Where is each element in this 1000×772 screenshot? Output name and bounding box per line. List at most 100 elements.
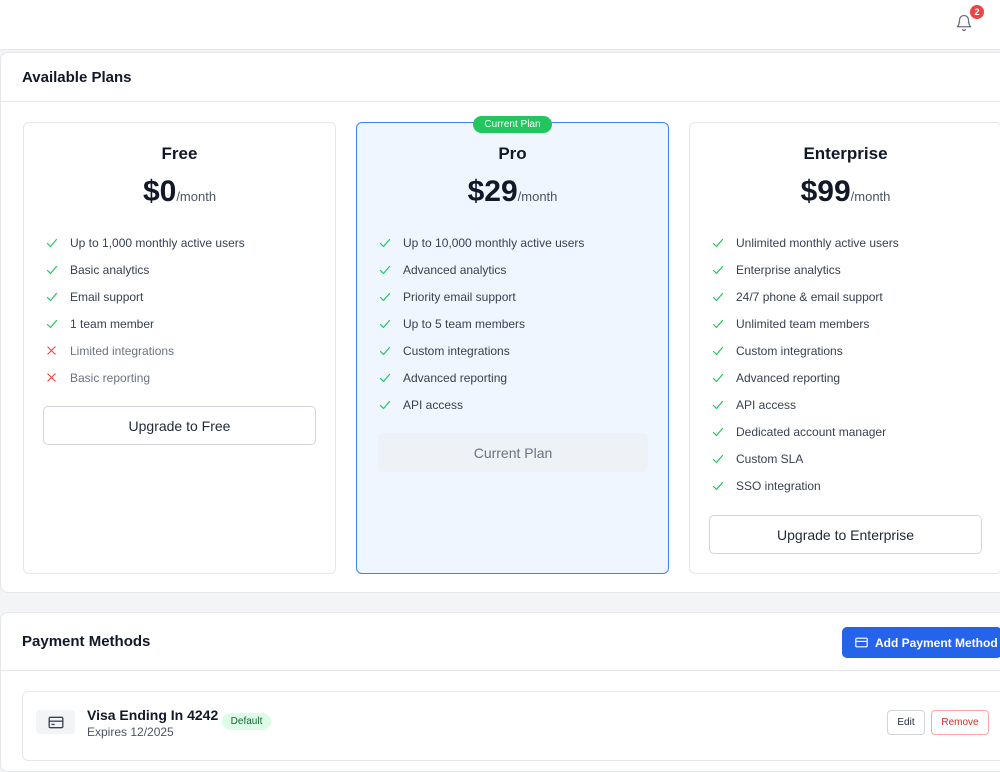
- check-icon: [712, 237, 736, 249]
- check-icon: [46, 291, 70, 303]
- feature-item: SSO integration: [712, 472, 899, 499]
- check-icon: [379, 264, 403, 276]
- check-icon: [379, 399, 403, 411]
- feature-item: API access: [712, 391, 899, 418]
- feature-text: Custom integrations: [403, 343, 510, 358]
- feature-text: Basic reporting: [70, 370, 151, 385]
- plan-name: Enterprise: [803, 144, 888, 163]
- feature-text: Up to 1,000 monthly active users: [70, 235, 245, 250]
- check-icon: [712, 372, 736, 384]
- remove-button[interactable]: Remove: [931, 710, 989, 735]
- add-payment-method-label: Add Payment Method: [875, 635, 998, 650]
- check-icon: [712, 399, 736, 411]
- price-amount: $29: [467, 175, 518, 208]
- feature-item: Custom SLA: [712, 445, 899, 472]
- check-icon: [46, 264, 70, 276]
- check-icon: [379, 237, 403, 249]
- current-plan-badge: Current Plan: [473, 116, 552, 133]
- credit-card-icon: [36, 710, 75, 734]
- feature-text: Enterprise analytics: [736, 262, 841, 277]
- feature-list: Unlimited monthly active users Enterprise…: [712, 229, 899, 499]
- plan-price: $0/month: [24, 175, 335, 209]
- check-icon: [712, 453, 736, 465]
- notification-count-badge: 2: [970, 5, 984, 19]
- payment-method-row: Visa Ending In 4242 Expires 12/2025 Defa…: [22, 691, 1000, 761]
- check-icon: [379, 291, 403, 303]
- plan-card-pro: Current Plan Pro $29/month Up to 10,000 …: [356, 116, 669, 574]
- check-icon: [379, 318, 403, 330]
- feature-text: Advanced reporting: [736, 370, 841, 385]
- plan-price: $99/month: [690, 175, 1000, 209]
- feature-item: Unlimited team members: [712, 310, 899, 337]
- feature-item: Custom integrations: [379, 337, 584, 364]
- notifications-button[interactable]: 2: [955, 5, 984, 34]
- feature-text: API access: [736, 397, 797, 412]
- feature-text: Up to 10,000 monthly active users: [403, 235, 585, 250]
- feature-text: Custom integrations: [736, 343, 843, 358]
- feature-item: Advanced analytics: [379, 256, 584, 283]
- plan-name: Free: [161, 144, 198, 163]
- feature-text: Unlimited monthly active users: [736, 235, 899, 250]
- feature-text: SSO integration: [736, 478, 821, 493]
- check-icon: [712, 291, 736, 303]
- feature-item: 24/7 phone & email support: [712, 283, 899, 310]
- feature-text: Limited integrations: [70, 343, 175, 358]
- plans-title: Available Plans: [22, 68, 132, 86]
- feature-list: Up to 1,000 monthly active users Basic an…: [46, 229, 245, 391]
- feature-text: Basic analytics: [70, 262, 150, 277]
- plan-name: Pro: [498, 144, 527, 163]
- feature-item: Enterprise analytics: [712, 256, 899, 283]
- x-icon: [46, 372, 70, 383]
- feature-item: Email support: [46, 283, 245, 310]
- plan-card-enterprise: Enterprise $99/month Unlimited monthly a…: [689, 122, 1000, 574]
- current-plan-button[interactable]: Current Plan: [378, 433, 648, 472]
- feature-text: Unlimited team members: [736, 316, 870, 331]
- feature-item: Unlimited monthly active users: [712, 229, 899, 256]
- feature-text: API access: [403, 397, 464, 412]
- edit-button[interactable]: Edit: [887, 710, 925, 735]
- credit-card-icon: [855, 637, 868, 648]
- add-payment-method-button[interactable]: Add Payment Method: [842, 627, 1000, 658]
- available-plans-panel: Available Plans Free $0/month Up to 1,00…: [0, 52, 1000, 593]
- x-icon: [46, 345, 70, 356]
- check-icon: [712, 264, 736, 276]
- payment-title: Payment Methods: [22, 633, 151, 650]
- feature-item: Up to 10,000 monthly active users: [379, 229, 584, 256]
- feature-item: 1 team member: [46, 310, 245, 337]
- feature-item: Up to 5 team members: [379, 310, 584, 337]
- plan-price: $29/month: [357, 175, 668, 209]
- check-icon: [379, 345, 403, 357]
- upgrade-to-free-button[interactable]: Upgrade to Free: [43, 406, 316, 445]
- feature-item: Dedicated account manager: [712, 418, 899, 445]
- check-icon: [712, 318, 736, 330]
- check-icon: [712, 345, 736, 357]
- feature-item: Basic analytics: [46, 256, 245, 283]
- feature-item: Advanced reporting: [379, 364, 584, 391]
- feature-item: Up to 1,000 monthly active users: [46, 229, 245, 256]
- default-badge: Default: [222, 713, 271, 730]
- price-amount: $0: [142, 175, 177, 208]
- feature-text: Email support: [70, 289, 144, 304]
- feature-text: Advanced analytics: [403, 262, 507, 277]
- feature-item: Priority email support: [379, 283, 584, 310]
- check-icon: [379, 372, 403, 384]
- feature-item: Limited integrations: [46, 337, 245, 364]
- feature-text: 1 team member: [70, 316, 155, 331]
- top-bar: 2: [0, 0, 1000, 50]
- feature-item: API access: [379, 391, 584, 418]
- feature-text: 24/7 phone & email support: [736, 289, 883, 304]
- check-icon: [46, 237, 70, 249]
- check-icon: [712, 426, 736, 438]
- check-icon: [712, 480, 736, 492]
- feature-item: Basic reporting: [46, 364, 245, 391]
- upgrade-to-enterprise-button[interactable]: Upgrade to Enterprise: [709, 515, 982, 554]
- feature-text: Custom SLA: [736, 451, 804, 466]
- feature-item: Advanced reporting: [712, 364, 899, 391]
- card-name: Visa Ending In 4242: [87, 707, 219, 723]
- plans-header: Available Plans: [1, 53, 1000, 102]
- feature-list: Up to 10,000 monthly active users Advance…: [379, 229, 584, 418]
- price-period: /month: [176, 189, 217, 204]
- feature-item: Custom integrations: [712, 337, 899, 364]
- feature-text: Dedicated account manager: [736, 424, 887, 439]
- feature-text: Up to 5 team members: [403, 316, 526, 331]
